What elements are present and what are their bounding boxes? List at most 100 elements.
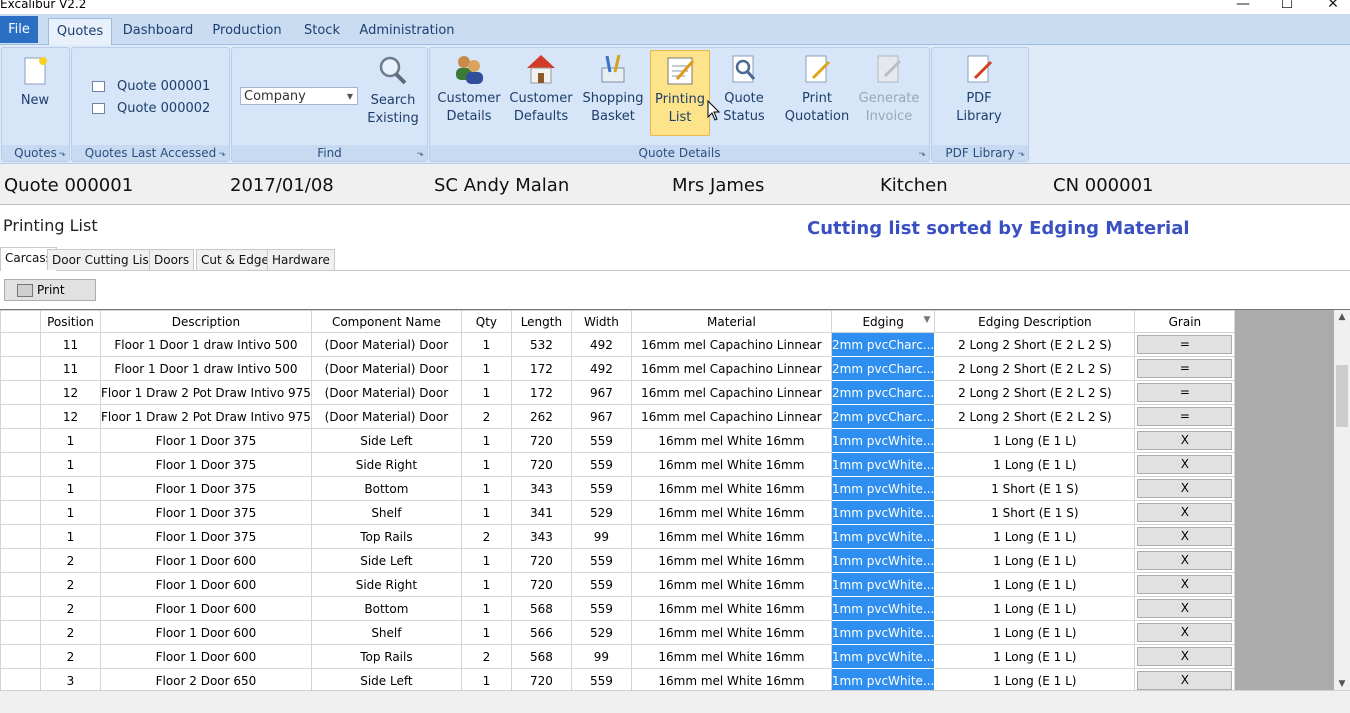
cell-edging[interactable]: 1mm pvcWhite... bbox=[830, 644, 936, 669]
cell-component-name[interactable]: Shelf bbox=[310, 500, 462, 525]
cell-component-name[interactable]: (Door Material) Door bbox=[310, 332, 462, 357]
cell-qty[interactable]: 1 bbox=[460, 476, 512, 501]
cell-description[interactable]: Floor 1 Door 375 bbox=[100, 500, 312, 525]
cell-component-name[interactable]: Side Right bbox=[310, 572, 462, 597]
cell-width[interactable]: 559 bbox=[570, 572, 632, 597]
row-header[interactable] bbox=[0, 476, 41, 501]
cell-component-name[interactable]: (Door Material) Door bbox=[310, 404, 462, 429]
cell-edging[interactable]: 1mm pvcWhite... bbox=[830, 428, 936, 453]
cell-qty[interactable]: 2 bbox=[460, 524, 512, 549]
row-header[interactable] bbox=[0, 644, 41, 669]
table-row[interactable]: 11 Floor 1 Door 1 draw Intivo 500 (Door Ma… bbox=[0, 332, 1236, 357]
cell-position[interactable]: 2 bbox=[40, 572, 101, 597]
row-header[interactable] bbox=[0, 452, 41, 477]
cell-length[interactable]: 262 bbox=[510, 404, 572, 429]
cell-edging[interactable]: 2mm pvcCharc... bbox=[830, 356, 936, 381]
dialog-launcher-icon[interactable]: ⬎ bbox=[416, 149, 424, 159]
table-row[interactable]: 2 Floor 1 Door 600 Side Left 1 720 559 16mm me… bbox=[0, 548, 1236, 573]
cell-description[interactable]: Floor 2 Door 650 bbox=[100, 668, 312, 691]
table-row[interactable]: 3 Floor 2 Door 650 Side Left 1 720 559 16mm me… bbox=[0, 668, 1236, 691]
cell-description[interactable]: Floor 1 Door 375 bbox=[100, 428, 312, 453]
cell-width[interactable]: 967 bbox=[570, 404, 632, 429]
tab-quotes[interactable]: Quotes bbox=[48, 18, 112, 45]
table-row[interactable]: 1 Floor 1 Door 375 Side Left 1 720 559 16mm me… bbox=[0, 428, 1236, 453]
cell-material[interactable]: 16mm mel White 16mm bbox=[630, 428, 832, 453]
quote-status-button[interactable]: Quote Status bbox=[714, 50, 774, 134]
cell-component-name[interactable]: Side Left bbox=[310, 548, 462, 573]
tab-administration[interactable]: Administration bbox=[356, 18, 458, 43]
shopping-basket-button[interactable]: Shopping Basket bbox=[580, 50, 646, 134]
cell-position[interactable]: 2 bbox=[40, 644, 101, 669]
cell-component-name[interactable]: Shelf bbox=[310, 620, 462, 645]
table-row[interactable]: 12 Floor 1 Draw 2 Pot Draw Intivo 975 (Doo… bbox=[0, 404, 1236, 429]
cell-length[interactable]: 343 bbox=[510, 524, 572, 549]
grain-button[interactable]: = bbox=[1137, 359, 1233, 378]
cell-material[interactable]: 16mm mel White 16mm bbox=[630, 500, 832, 525]
maximize-button[interactable]: ☐ bbox=[1272, 0, 1302, 12]
cell-material[interactable]: 16mm mel White 16mm bbox=[630, 572, 832, 597]
cell-position[interactable]: 11 bbox=[40, 332, 101, 357]
grain-button[interactable]: X bbox=[1137, 599, 1233, 618]
cell-edging-description[interactable]: 2 Long 2 Short (E 2 L 2 S) bbox=[934, 356, 1136, 381]
print-button[interactable]: Print bbox=[4, 279, 96, 301]
cell-length[interactable]: 720 bbox=[510, 428, 572, 453]
cell-material[interactable]: 16mm mel Capachino Linnear bbox=[630, 332, 832, 357]
cell-width[interactable]: 559 bbox=[570, 452, 632, 477]
cell-position[interactable]: 12 bbox=[40, 380, 101, 405]
grain-button[interactable]: = bbox=[1137, 383, 1233, 402]
cell-length[interactable]: 343 bbox=[510, 476, 572, 501]
cell-edging-description[interactable]: 1 Long (E 1 L) bbox=[934, 572, 1136, 597]
cell-width[interactable]: 559 bbox=[570, 428, 632, 453]
cell-qty[interactable]: 1 bbox=[460, 596, 512, 621]
row-header[interactable] bbox=[0, 572, 41, 597]
tab-hardware[interactable]: Hardware bbox=[267, 249, 335, 270]
cell-component-name[interactable]: Top Rails bbox=[310, 524, 462, 549]
cell-material[interactable]: 16mm mel White 16mm bbox=[630, 452, 832, 477]
grain-button[interactable]: X bbox=[1137, 623, 1233, 642]
cell-width[interactable]: 559 bbox=[570, 548, 632, 573]
grain-button[interactable]: X bbox=[1137, 575, 1233, 594]
cell-description[interactable]: Floor 1 Door 375 bbox=[100, 524, 312, 549]
cell-length[interactable]: 720 bbox=[510, 548, 572, 573]
cell-position[interactable]: 2 bbox=[40, 596, 101, 621]
search-existing-button[interactable]: Search Existing bbox=[364, 52, 422, 136]
tab-door-cutting-list[interactable]: Door Cutting List bbox=[47, 249, 159, 270]
cell-qty[interactable]: 2 bbox=[460, 644, 512, 669]
cell-material[interactable]: 16mm mel Capachino Linnear bbox=[630, 404, 832, 429]
cell-description[interactable]: Floor 1 Door 600 bbox=[100, 548, 312, 573]
cell-qty[interactable]: 2 bbox=[460, 404, 512, 429]
grain-button[interactable]: X bbox=[1137, 671, 1233, 690]
grain-button[interactable]: X bbox=[1137, 455, 1233, 474]
close-button[interactable]: ✕ bbox=[1318, 0, 1348, 12]
cell-qty[interactable]: 1 bbox=[460, 572, 512, 597]
cell-length[interactable]: 172 bbox=[510, 356, 572, 381]
cell-edging-description[interactable]: 1 Short (E 1 S) bbox=[934, 476, 1136, 501]
recent-quote-2[interactable]: Quote 000002 bbox=[92, 101, 210, 116]
table-row[interactable]: 12 Floor 1 Draw 2 Pot Draw Intivo 975 (Doo… bbox=[0, 380, 1236, 405]
grain-button[interactable]: X bbox=[1137, 431, 1233, 450]
cell-description[interactable]: Floor 1 Door 600 bbox=[100, 620, 312, 645]
cell-qty[interactable]: 1 bbox=[460, 356, 512, 381]
cell-width[interactable]: 492 bbox=[570, 332, 632, 357]
table-row[interactable]: 2 Floor 1 Door 600 Side Right 1 720 559 16mm m… bbox=[0, 572, 1236, 597]
cell-qty[interactable]: 1 bbox=[460, 668, 512, 691]
row-header[interactable] bbox=[0, 596, 41, 621]
cell-qty[interactable]: 1 bbox=[460, 452, 512, 477]
col-qty[interactable]: Qty bbox=[460, 310, 512, 333]
cell-length[interactable]: 720 bbox=[510, 668, 572, 691]
table-row[interactable]: 1 Floor 1 Door 375 Bottom 1 343 559 16mm mel W… bbox=[0, 476, 1236, 501]
minimize-button[interactable]: — bbox=[1228, 0, 1258, 12]
cell-edging-description[interactable]: 2 Long 2 Short (E 2 L 2 S) bbox=[934, 380, 1136, 405]
tab-doors[interactable]: Doors bbox=[149, 249, 195, 270]
cell-component-name[interactable]: Side Left bbox=[310, 668, 462, 691]
row-header[interactable] bbox=[0, 668, 41, 691]
cell-width[interactable]: 559 bbox=[570, 476, 632, 501]
tab-production[interactable]: Production bbox=[206, 18, 288, 43]
cell-width[interactable]: 967 bbox=[570, 380, 632, 405]
cell-edging[interactable]: 1mm pvcWhite... bbox=[830, 548, 936, 573]
cell-edging[interactable]: 1mm pvcWhite... bbox=[830, 620, 936, 645]
cell-edging-description[interactable]: 1 Long (E 1 L) bbox=[934, 596, 1136, 621]
cell-component-name[interactable]: (Door Material) Door bbox=[310, 380, 462, 405]
col-grain[interactable]: Grain bbox=[1134, 310, 1236, 333]
cell-edging-description[interactable]: 1 Long (E 1 L) bbox=[934, 428, 1136, 453]
